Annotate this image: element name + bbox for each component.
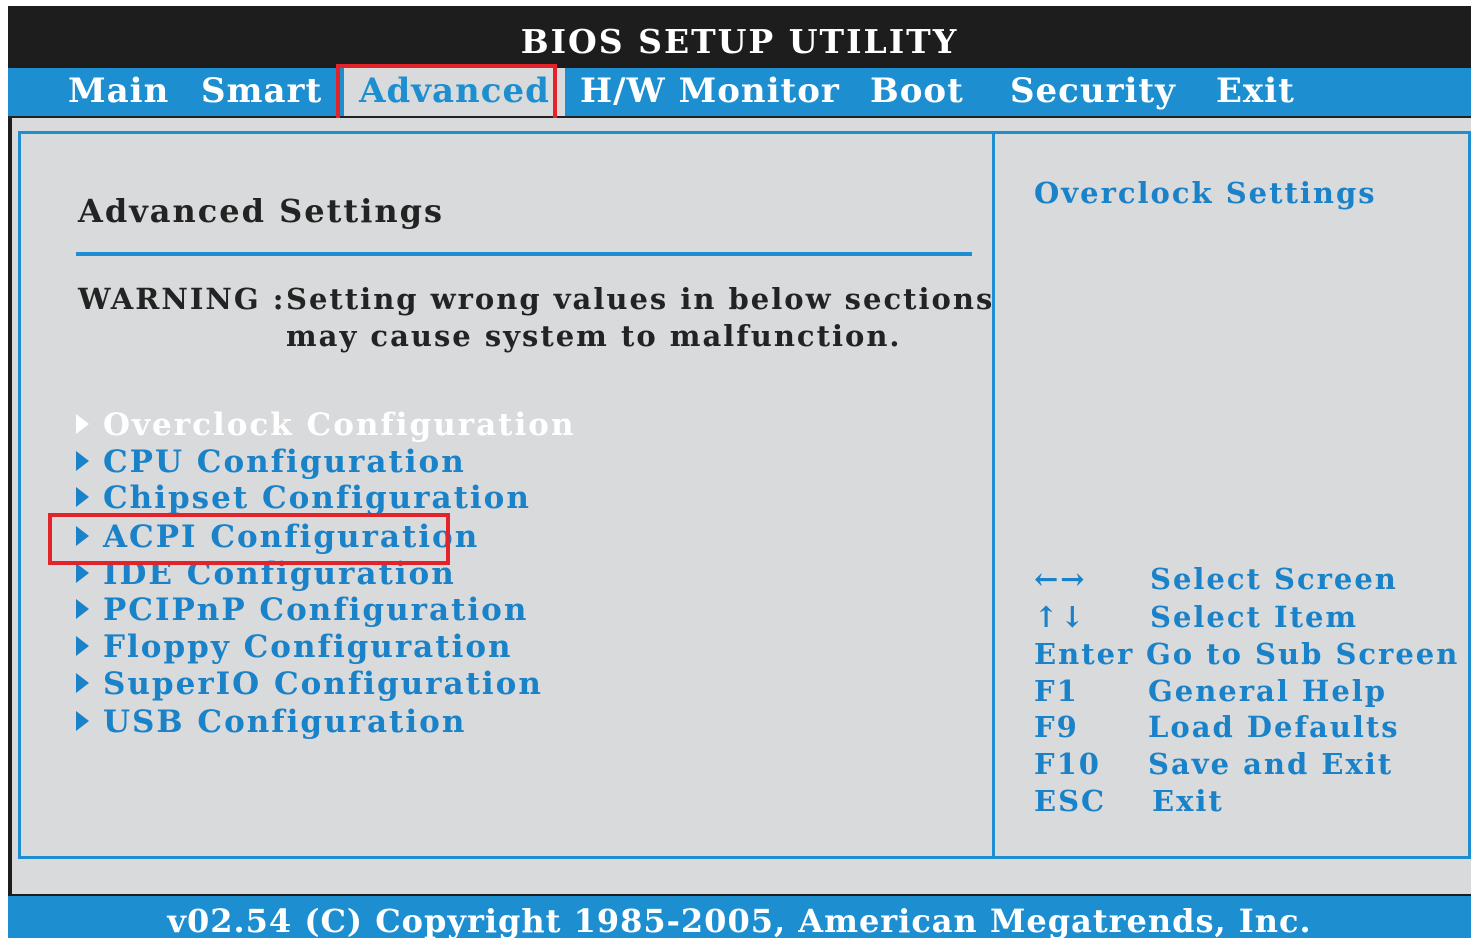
arrow-right-icon bbox=[76, 710, 89, 731]
page-title: Advanced Settings bbox=[78, 192, 444, 230]
help-desc-select-item: Select Item bbox=[1150, 600, 1359, 634]
arrow-right-icon bbox=[76, 450, 89, 471]
warning-label: WARNING : bbox=[78, 282, 286, 316]
menu-item-superio-configuration[interactable]: SuperIO Configuration bbox=[76, 666, 543, 702]
help-key-f10: F10 bbox=[1034, 747, 1101, 781]
copyright-footer: v02.54 (C) Copyright 1985-2005, American… bbox=[8, 896, 1471, 940]
menu-item-floppy-configuration[interactable]: Floppy Configuration bbox=[76, 629, 513, 665]
highlight-box-acpi-configuration bbox=[48, 513, 450, 565]
tab-smart[interactable]: Smart bbox=[191, 68, 332, 116]
arrow-right-icon bbox=[76, 598, 89, 619]
tab-main[interactable]: Main bbox=[58, 68, 179, 116]
tab-exit[interactable]: Exit bbox=[1206, 68, 1305, 116]
help-desc-save-and-exit: Save and Exit bbox=[1148, 747, 1394, 781]
arrow-right-icon bbox=[76, 562, 89, 583]
help-desc-load-defaults: Load Defaults bbox=[1148, 710, 1400, 744]
menu-item-usb-configuration[interactable]: USB Configuration bbox=[76, 704, 466, 740]
arrow-right-icon bbox=[76, 635, 89, 656]
warning-line-1: Setting wrong values in below sections bbox=[286, 282, 995, 316]
arrow-right-icon bbox=[76, 672, 89, 693]
arrow-right-icon bbox=[76, 486, 89, 507]
tab-security[interactable]: Security bbox=[1000, 68, 1186, 116]
warning-line-2: may cause system to malfunction. bbox=[286, 319, 902, 353]
help-key-left-right: ←→ bbox=[1034, 562, 1087, 596]
heading-divider bbox=[76, 252, 972, 256]
help-title: Overclock Settings bbox=[1034, 176, 1377, 210]
menu-bar: Main Smart Advanced H/W Monitor Boot Sec… bbox=[8, 68, 1471, 119]
help-desc-select-screen: Select Screen bbox=[1150, 562, 1398, 596]
arrow-right-icon bbox=[76, 413, 89, 434]
menu-item-overclock-configuration[interactable]: Overclock Configuration bbox=[76, 407, 576, 443]
menu-item-chipset-configuration[interactable]: Chipset Configuration bbox=[76, 480, 531, 516]
highlight-box-advanced-tab bbox=[336, 64, 557, 126]
help-desc-exit: Exit bbox=[1152, 784, 1224, 818]
tab-hw-monitor[interactable]: H/W Monitor bbox=[570, 68, 850, 116]
help-desc-go-to-sub-screen: Go to Sub Screen bbox=[1146, 637, 1460, 671]
help-key-up-down: ↑↓ bbox=[1034, 600, 1087, 634]
help-desc-general-help: General Help bbox=[1148, 674, 1388, 708]
window-title: BIOS SETUP UTILITY bbox=[520, 22, 959, 61]
tab-boot[interactable]: Boot bbox=[860, 68, 974, 116]
menu-item-pcipnp-configuration[interactable]: PCIPnP Configuration bbox=[76, 592, 528, 628]
help-key-f1: F1 bbox=[1034, 674, 1079, 708]
menu-item-cpu-configuration[interactable]: CPU Configuration bbox=[76, 444, 466, 480]
help-key-enter: Enter bbox=[1034, 637, 1135, 671]
help-key-esc: ESC bbox=[1034, 784, 1107, 818]
help-key-f9: F9 bbox=[1034, 710, 1079, 744]
